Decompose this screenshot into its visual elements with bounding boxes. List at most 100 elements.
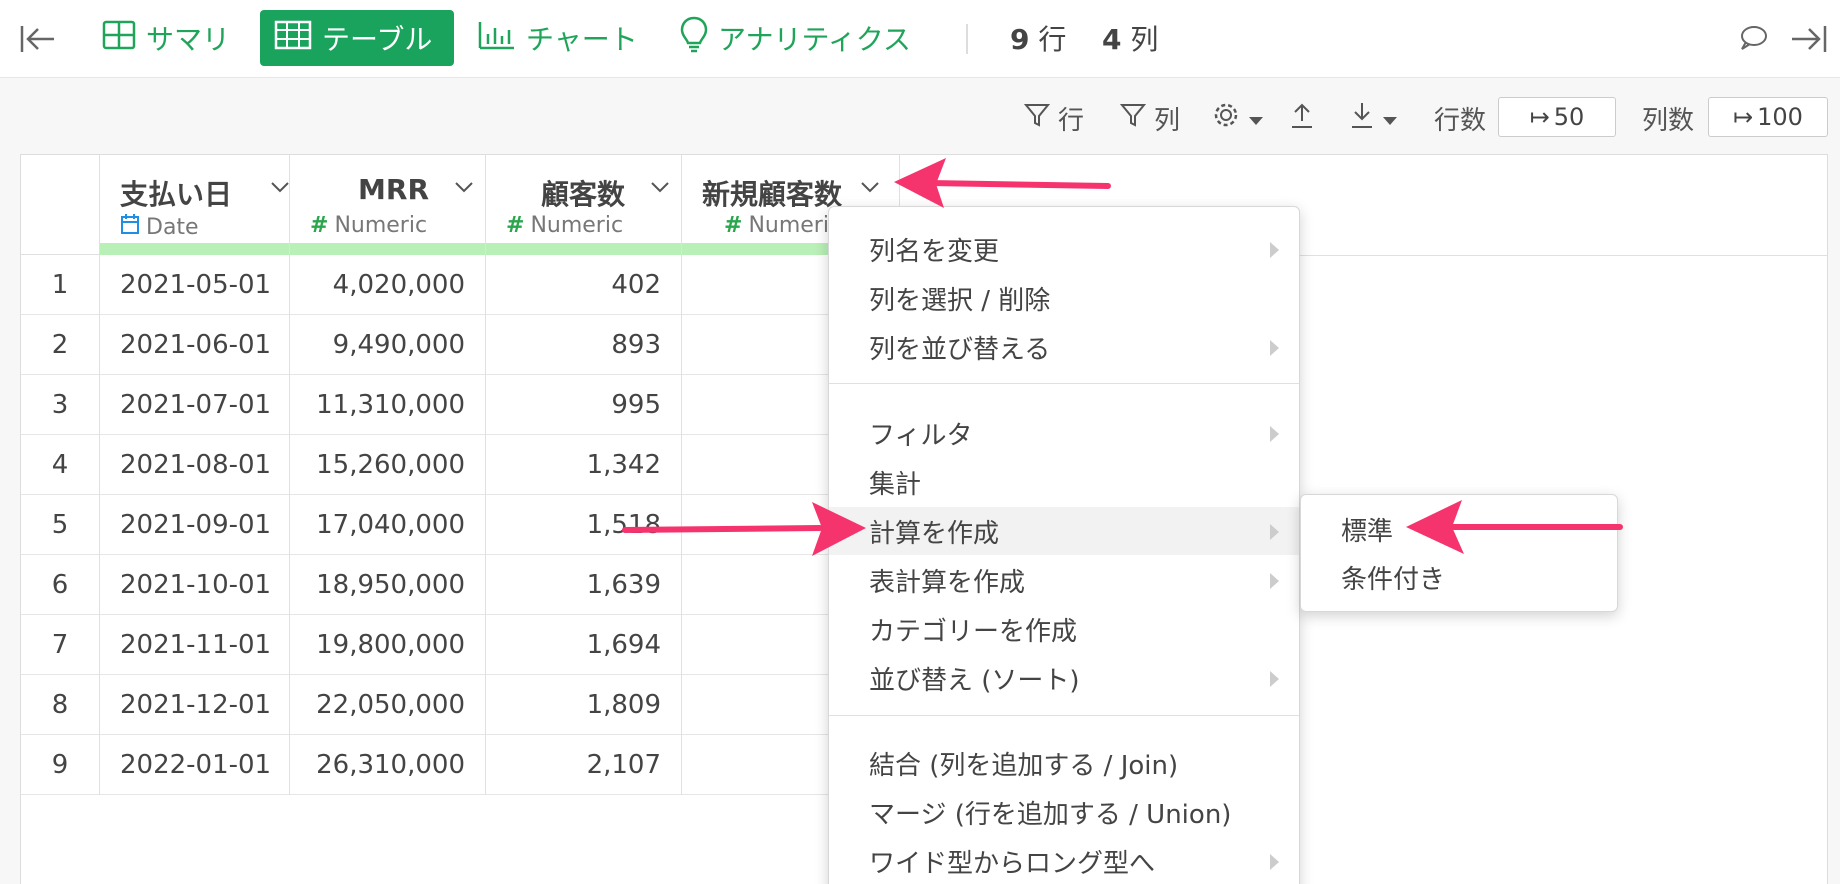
menu-item-label: 列を並び替える [869,334,1051,365]
submenu-arrow-icon [1270,671,1279,687]
menu-item-label: 計算を作成 [869,518,1000,549]
column-name: 支払い日 [120,178,233,211]
menu-item-table-calculation[interactable]: 表計算を作成 [829,556,1299,604]
quality-bar [486,243,681,255]
menu-item-wide-to-long[interactable]: ワイド型からロング型へ [829,837,1299,884]
menu-item-union[interactable]: マージ (行を追加する / Union) [829,788,1299,836]
table-cell: 2021-11-01 [100,615,289,675]
cols-limit-input[interactable]: ↦ 100 [1708,97,1828,137]
table-icon [274,20,312,57]
menu-separator [829,715,1299,716]
table-cell: 2021-12-01 [100,675,289,735]
table-cell: 893 [486,315,681,375]
calculation-submenu: 標準 条件付き [1300,494,1618,612]
submenu-item-standard[interactable]: 標準 [1301,505,1617,553]
download-dropdown[interactable] [1350,100,1398,136]
chevron-down-icon[interactable] [650,179,670,198]
tab-table[interactable]: テーブル [260,10,454,66]
hash-icon: # [506,213,525,238]
row-filter-label: 行 [1058,105,1085,136]
column-context-menu: 列名を変更 列を選択 / 削除 列を並び替える フィルタ 集計 計算を作成 表計… [828,206,1300,884]
collapse-right-icon[interactable] [1790,24,1828,58]
column-mrr: MRR # Numeric 4,020,000 9,490,000 11,310… [290,155,486,795]
caret-down-icon [1248,103,1264,133]
row-number: 9 [21,735,99,795]
top-nav: サマリ テーブル チャート アナリティクス 9 行 4 列 [0,0,1840,78]
menu-item-label: 集計 [869,469,922,500]
arrow-to-right-icon: ↦ [1733,103,1754,131]
submenu-arrow-icon [1270,854,1279,870]
column-customers: 顧客数 # Numeric 402 893 995 1,342 1,518 1,… [486,155,682,795]
table-cell: 15,260,000 [290,435,485,495]
table-cell: 26,310,000 [290,735,485,795]
menu-item-sort[interactable]: 並び替え (ソート) [829,654,1299,702]
table-cell: 2021-10-01 [100,555,289,615]
menu-item-label: フィルタ [869,420,973,451]
menu-item-aggregate[interactable]: 集計 [829,458,1299,506]
table-cell: 9,490,000 [290,315,485,375]
tab-summary[interactable]: サマリ [88,10,244,66]
column-type-label: Numeri [748,213,829,238]
table-cell: 22,050,000 [290,675,485,735]
hash-icon: # [310,213,329,238]
row-number-column: 1 2 3 4 5 6 7 8 9 [21,155,100,795]
rows-limit-label: 行数 [1434,105,1487,136]
column-count: 4 列 [1102,23,1159,56]
submenu-arrow-icon [1270,524,1279,540]
column-filter-button[interactable]: 列 [1119,100,1180,136]
row-filter-button[interactable]: 行 [1023,100,1085,136]
table-cell: 2021-08-01 [100,435,289,495]
row-number-header [21,155,99,255]
menu-item-select-delete-columns[interactable]: 列を選択 / 削除 [829,274,1299,322]
bar-chart-icon [478,20,516,57]
menu-item-create-calculation[interactable]: 計算を作成 [829,507,1299,555]
cols-limit-value: 100 [1757,103,1803,131]
upload-button[interactable] [1290,100,1314,136]
column-name: MRR [358,173,429,206]
submenu-arrow-icon [1270,242,1279,258]
table-cell: 17,040,000 [290,495,485,555]
menu-item-label: 並び替え (ソート) [869,665,1080,696]
settings-dropdown[interactable] [1212,100,1264,136]
chevron-down-icon[interactable] [860,179,880,198]
calendar-icon [120,213,140,241]
tab-chart[interactable]: チャート [464,10,652,66]
menu-item-join[interactable]: 結合 (列を追加する / Join) [829,739,1299,787]
tab-chart-label: チャート [526,23,638,56]
column-type: # Numeric [506,213,623,238]
tab-summary-label: サマリ [146,23,231,56]
table-cell: 402 [486,255,681,315]
menu-item-label: 列を選択 / 削除 [869,285,1051,316]
menu-item-label: 表計算を作成 [869,567,1026,598]
column-type-label: Numeric [530,213,624,238]
submenu-arrow-icon [1270,573,1279,589]
column-header[interactable]: 顧客数 # Numeric [486,155,681,255]
rows-limit-value: 50 [1553,103,1585,131]
chevron-down-icon[interactable] [454,179,474,198]
rows-limit-input[interactable]: ↦ 50 [1498,97,1616,137]
table-cell: 2021-06-01 [100,315,289,375]
menu-item-label: 列名を変更 [869,236,1000,267]
column-header[interactable]: 支払い日 Date [100,155,289,255]
table-cell: 1,639 [486,555,681,615]
column-header[interactable]: MRR # Numeric [290,155,485,255]
table-cell: 1,342 [486,435,681,495]
menu-item-create-category[interactable]: カテゴリーを作成 [829,605,1299,653]
menu-item-reorder-columns[interactable]: 列を並び替える [829,323,1299,371]
collapse-left-icon[interactable] [20,24,56,58]
table-cell: 2021-07-01 [100,375,289,435]
table-cell: 11,310,000 [290,375,485,435]
table-cell: 995 [486,375,681,435]
chevron-down-icon[interactable] [270,179,290,198]
tab-analytics-label: アナリティクス [718,23,911,56]
tab-analytics[interactable]: アナリティクス [666,10,925,66]
comment-icon[interactable] [1738,24,1768,56]
caret-down-icon [1382,103,1398,133]
column-name: 新規顧客数 [702,178,843,211]
submenu-item-conditional[interactable]: 条件付き [1301,553,1617,601]
row-number: 3 [21,375,99,435]
table-cell: 2,107 [486,735,681,795]
menu-item-rename-column[interactable]: 列名を変更 [829,225,1299,273]
menu-item-filter[interactable]: フィルタ [829,409,1299,457]
quality-bar [290,243,485,255]
